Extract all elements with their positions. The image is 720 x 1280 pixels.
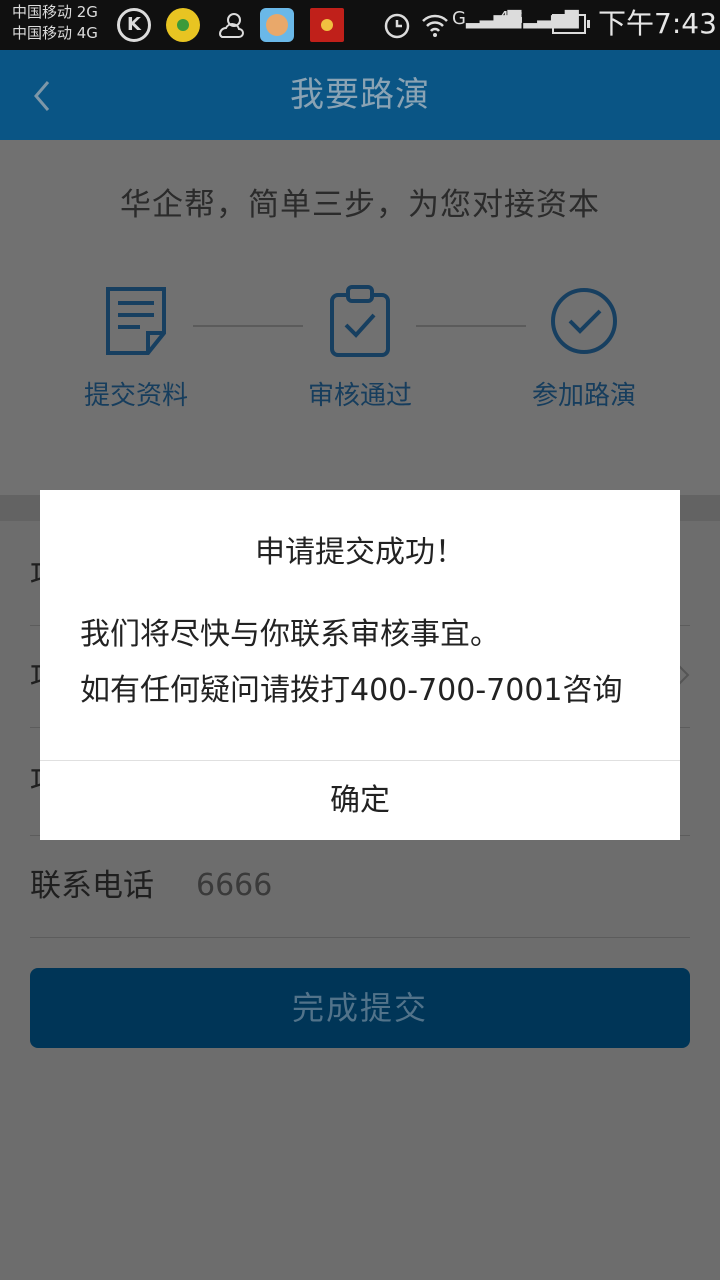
carrier-info: 中国移动 2G 中国移动 4G — [12, 2, 98, 44]
battery-indicator: 70 — [552, 14, 590, 34]
app-notification-icon — [166, 8, 200, 42]
step-label-review: 审核通过 — [307, 381, 412, 411]
weather-icon — [218, 13, 244, 38]
dialog-message-line-1: 我们将尽快与你联系审核事宜。 — [80, 617, 500, 652]
step-connector — [193, 325, 303, 327]
dialog-message-line-2: 如有任何疑问请拨打400-700-7001咨询 — [80, 673, 623, 708]
dialog-title: 申请提交成功！ — [255, 535, 465, 570]
nav-bar: 我要路演 — [0, 50, 720, 140]
phone-label: 联系电话 — [30, 868, 154, 904]
form-row-phone[interactable]: 联系电话 6666 — [30, 835, 690, 938]
submit-button[interactable]: 完成提交 — [30, 968, 690, 1048]
check-circle-icon — [551, 288, 617, 354]
wifi-icon — [422, 14, 448, 37]
k-app-icon: K — [117, 8, 151, 42]
alarm-icon — [384, 13, 410, 39]
step-label-roadshow: 参加路演 — [531, 381, 636, 411]
slogan: 华企帮，简单三步，为您对接资本 — [120, 187, 600, 223]
document-icon — [106, 287, 166, 355]
carrier-1: 中国移动 2G — [12, 3, 98, 21]
game-app-icon — [260, 8, 294, 42]
step-connector — [416, 325, 526, 327]
step-label-submit: 提交资料 — [83, 381, 188, 411]
phone-value[interactable]: 6666 — [196, 865, 272, 907]
confirm-button[interactable]: 确定 — [40, 761, 680, 840]
status-bar: 中国移动 2G 中国移动 4G K G▂▃▅▇ 4G▂▃▅▇ 70 下午7:43 — [0, 0, 720, 50]
clipboard-check-icon — [330, 285, 390, 357]
carrier-2: 中国移动 4G — [12, 24, 98, 42]
steps-section: 华企帮，简单三步，为您对接资本 提交资料 审核通过 参加路演 — [0, 140, 720, 495]
success-dialog: 申请提交成功！ 我们将尽快与你联系审核事宜。 如有任何疑问请拨打400-700-… — [40, 490, 680, 840]
clock: 下午7:43 — [598, 7, 717, 40]
red-app-icon — [310, 8, 344, 42]
page-title: 我要路演 — [290, 75, 430, 115]
